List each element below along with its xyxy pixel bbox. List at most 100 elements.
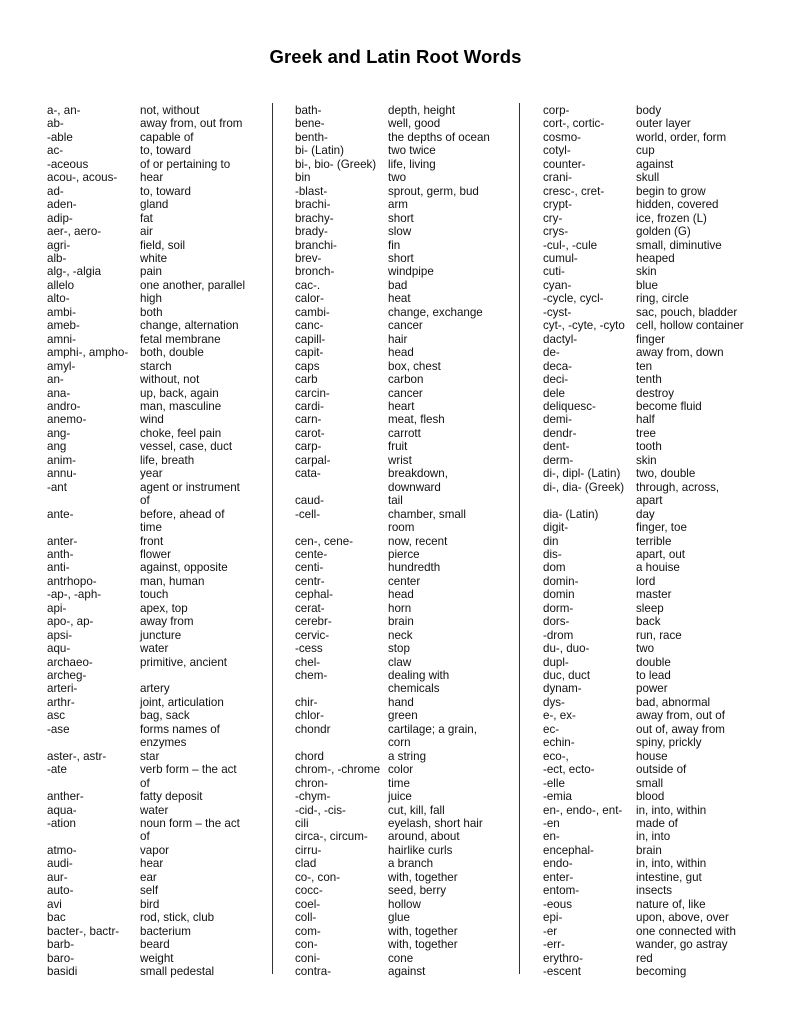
root-meaning: wrist [388, 453, 412, 467]
root-entry-row: allelo one another, parallel [47, 279, 269, 292]
root-entry-row: centi-hundredth [295, 561, 517, 574]
root-meaning: up, back, again [140, 386, 219, 400]
root-word: cort-, cortic- [543, 117, 605, 131]
root-entry-row: cotyl-cup [543, 144, 783, 157]
root-word: dele [543, 386, 565, 400]
root-word: -ation [47, 817, 77, 831]
root-meaning: now, recent [388, 534, 448, 548]
root-word: bronch- [295, 265, 335, 279]
root-word: aer-, aero- [47, 225, 102, 239]
root-entry-row: aer-, aero-air [47, 225, 269, 238]
root-meaning: skin [636, 453, 657, 467]
root-entry-row: brev-short [295, 252, 517, 265]
root-meaning: nature of, like [636, 897, 706, 911]
root-word: -drom [543, 628, 574, 642]
root-meaning: cup [636, 144, 655, 158]
root-word: demi- [543, 413, 572, 427]
root-entry-row: avi bird [47, 898, 269, 911]
root-word: -cycle, cycl- [543, 292, 604, 306]
root-meaning: bacterium [140, 924, 191, 938]
root-meaning: fruit [388, 440, 408, 454]
root-entry-row: du-, duo-two [543, 642, 783, 655]
root-meaning [140, 669, 252, 682]
root-meaning: one connected with [636, 924, 736, 938]
root-word: coel- [295, 897, 321, 911]
root-entry-row: duc, duct to lead [543, 669, 783, 682]
root-entry-row: -elle small [543, 777, 783, 790]
root-entry-row: cyt-, -cyte, -cyto cell, hollow container [543, 319, 783, 332]
root-entry-row: encephal-brain [543, 844, 783, 857]
root-word: amni- [47, 332, 76, 346]
root-word: -escent [543, 965, 582, 978]
root-meaning: hand [388, 695, 414, 709]
root-entry-row: cente-pierce [295, 548, 517, 561]
root-meaning: slow [388, 225, 412, 239]
root-meaning: two twice [388, 144, 436, 158]
root-meaning: brain [636, 843, 662, 857]
root-word: con- [295, 938, 318, 952]
root-word: du-, duo- [543, 642, 590, 656]
root-meaning: high [140, 292, 162, 306]
root-word: centi- [295, 561, 324, 575]
root-word: calor- [295, 292, 324, 306]
root-word: counter- [543, 157, 586, 171]
root-word: cervic- [295, 628, 330, 642]
root-meaning: arm [388, 198, 408, 212]
root-word: ante- [47, 507, 74, 521]
root-meaning: not, without [140, 104, 200, 117]
root-entry-row: demi-half [543, 413, 783, 426]
root-meaning: the depths of ocean [388, 130, 490, 144]
root-meaning: outside of [636, 763, 687, 777]
root-meaning: small, diminutive [636, 238, 722, 252]
root-meaning: destroy [636, 386, 675, 400]
root-entry-row: entom-insects [543, 884, 783, 897]
root-entry-row: coll-glue [295, 911, 517, 924]
root-entry-row: alb-white [47, 252, 269, 265]
root-word: atmo- [47, 843, 77, 857]
root-entry-row: ambi-both [47, 306, 269, 319]
root-entry-row: ec-out of, away from [543, 723, 783, 736]
root-meaning: blood [636, 790, 665, 804]
root-meaning: bag, sack [140, 709, 190, 723]
root-meaning: head [388, 346, 414, 360]
root-meaning: one another, parallel [140, 278, 246, 292]
root-word: cresc-, cret- [543, 184, 605, 198]
root-word: -cell- [295, 507, 321, 521]
root-meaning: small pedestal [140, 965, 215, 978]
root-word: -ate [47, 763, 67, 777]
root-entry-row: dent-tooth [543, 440, 783, 453]
root-word: a-, an- [47, 104, 81, 117]
root-meaning: claw [388, 655, 412, 669]
root-word: endo- [543, 857, 573, 871]
root-meaning: choke, feel pain [140, 426, 222, 440]
root-meaning: brain [388, 615, 414, 629]
root-entry-row: dorm-sleep [543, 602, 783, 615]
root-meaning: verb form – the act of [140, 763, 237, 790]
root-column-3: corp-body cort-, cortic-outer layer cosmo-… [543, 104, 783, 978]
root-word: di-, dia- (Greek) [543, 480, 625, 494]
root-entry-row: -cul-, -cule small, diminutive [543, 239, 783, 252]
root-entry-row: corp-body [543, 104, 783, 117]
root-word: dis- [543, 547, 562, 561]
root-entry-row: -en made of [543, 817, 783, 830]
root-word: -er [543, 924, 558, 938]
root-word: ang- [47, 426, 71, 440]
root-word: cocc- [295, 884, 323, 898]
root-entry-row: digit-finger, toe [543, 521, 783, 534]
root-word: crani- [543, 171, 572, 185]
root-word: acou-, acous- [47, 171, 118, 185]
root-entry-row: arteri-artery [47, 682, 269, 695]
root-meaning: terrible [636, 534, 672, 548]
root-meaning: vapor [140, 843, 170, 857]
root-entry-row: cata-breakdown, downward [295, 467, 517, 494]
root-meaning: against, opposite [140, 561, 228, 575]
root-entry-row: adip-fat [47, 212, 269, 225]
root-entry-row: circa-, circum-around, about [295, 830, 517, 843]
root-meaning: both [140, 305, 163, 319]
root-entry-row: acou-, acous-hear [47, 171, 269, 184]
root-entry-row: centr-center [295, 575, 517, 588]
root-entry-row: dom a houise [543, 561, 783, 574]
root-entry-row: cambi-change, exchange [295, 306, 517, 319]
root-word: anim- [47, 453, 76, 467]
root-meaning: noun form – the act of [140, 817, 240, 844]
